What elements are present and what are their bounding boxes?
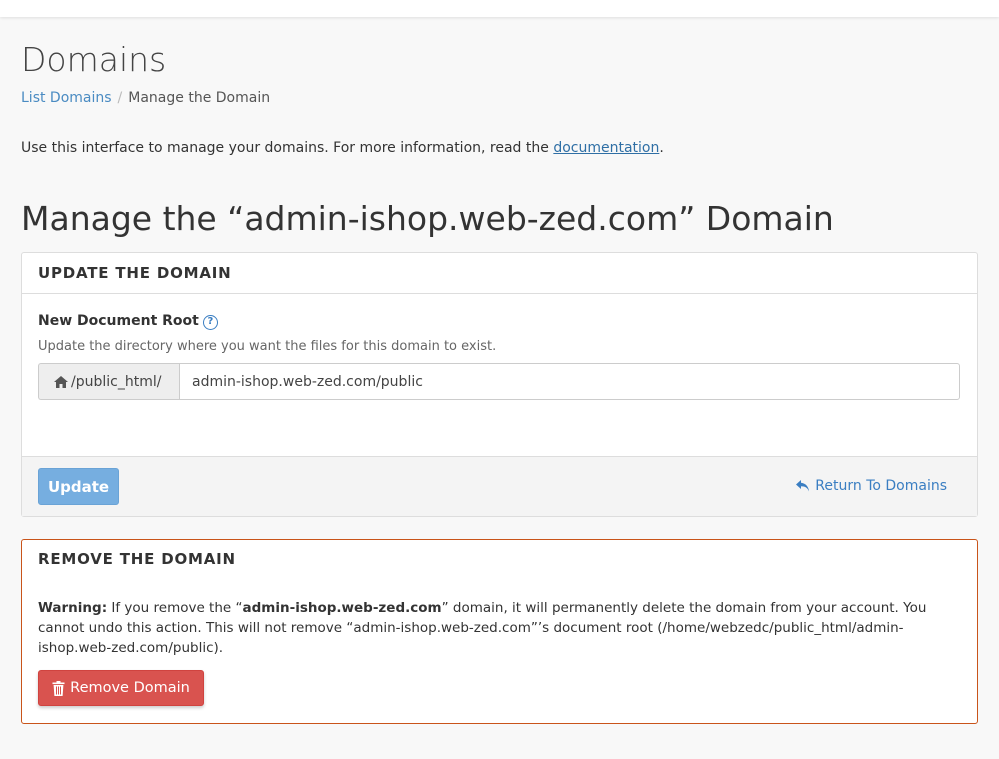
document-root-prefix-text: /public_html/ <box>71 373 162 390</box>
update-button[interactable]: Update <box>38 468 119 505</box>
breadcrumb-list-domains[interactable]: List Domains <box>21 90 112 106</box>
home-icon <box>54 375 68 388</box>
return-to-domains-link[interactable]: Return To Domains <box>795 478 947 494</box>
trash-icon <box>52 680 65 696</box>
intro-text-suffix: . <box>659 140 664 156</box>
update-domain-heading: UPDATE THE DOMAIN <box>22 253 977 294</box>
remove-warning: Warning: If you remove the “admin-ishop.… <box>38 598 963 658</box>
remove-domain-button[interactable]: Remove Domain <box>38 670 204 706</box>
document-root-prefix: /public_html/ <box>38 363 179 400</box>
top-bar <box>0 0 999 17</box>
breadcrumb-separator: / <box>117 90 123 106</box>
document-root-label-text: New Document Root <box>38 313 199 329</box>
page-title: Domains <box>21 40 167 79</box>
manage-domain-title: Manage the “admin-ishop.web-zed.com” Dom… <box>21 199 834 238</box>
document-root-help: Update the directory where you want the … <box>38 339 497 354</box>
document-root-input[interactable] <box>179 363 960 400</box>
update-domain-panel: UPDATE THE DOMAIN New Document Root? Upd… <box>21 252 978 517</box>
intro-text-body: Use this interface to manage your domain… <box>21 140 554 156</box>
remove-domain-label: Remove Domain <box>70 680 190 696</box>
intro-text: Use this interface to manage your domain… <box>21 140 664 156</box>
document-root-input-group: /public_html/ <box>38 363 960 400</box>
remove-domain-panel: REMOVE THE DOMAIN Warning: If you remove… <box>21 539 978 724</box>
reply-icon <box>796 480 810 492</box>
warning-text-pre: If you remove the “ <box>107 600 243 616</box>
warning-label: Warning: <box>38 600 108 616</box>
update-panel-footer: Update Return To Domains <box>22 456 977 516</box>
documentation-link[interactable]: documentation <box>553 140 659 156</box>
remove-domain-heading: REMOVE THE DOMAIN <box>38 550 236 568</box>
breadcrumb: List Domains / Manage the Domain <box>21 90 270 106</box>
document-root-label: New Document Root? <box>38 313 218 330</box>
warning-domain: admin-ishop.web-zed.com <box>242 600 442 616</box>
question-circle-icon[interactable]: ? <box>202 315 218 330</box>
breadcrumb-current: Manage the Domain <box>128 90 271 106</box>
return-to-domains-label: Return To Domains <box>815 478 947 494</box>
